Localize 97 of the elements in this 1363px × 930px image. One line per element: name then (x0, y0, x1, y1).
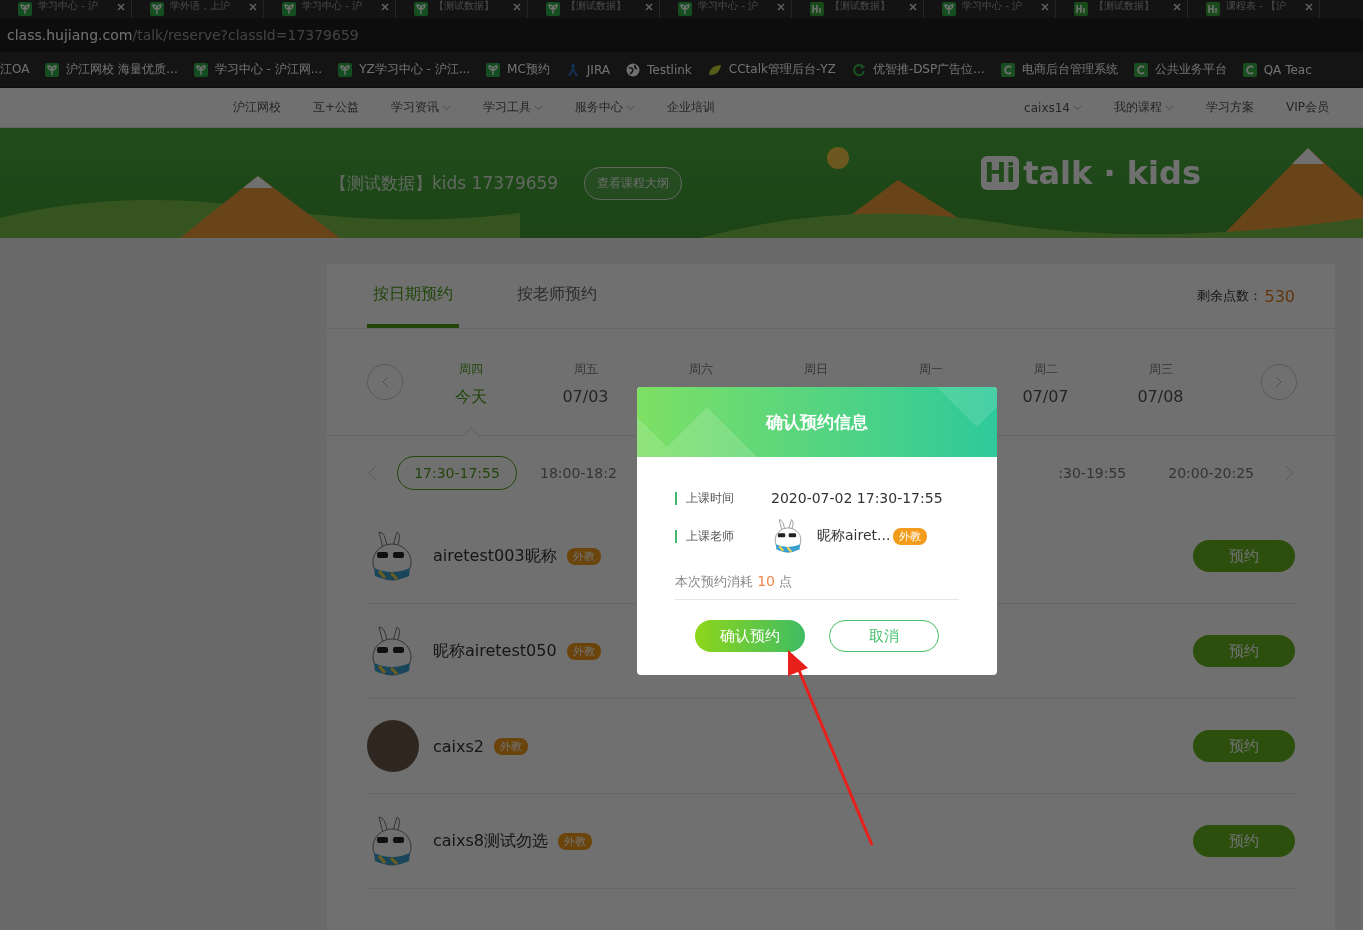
hi-logo-icon (1206, 2, 1220, 16)
booking-tab[interactable]: 按老师预约 (511, 264, 603, 328)
sprout-icon (338, 62, 353, 77)
nav-link[interactable]: VIP会员 (1286, 99, 1329, 116)
cancel-button[interactable]: 取消 (829, 620, 939, 652)
leaf-icon (707, 62, 722, 77)
nav-link[interactable]: 我的课程 (1114, 99, 1174, 116)
dialog-title: 确认预约信息 (766, 410, 868, 434)
sprout-icon (282, 2, 296, 16)
teacher-name: airetest003昵称 (433, 545, 557, 567)
bookmark-link[interactable]: Testlink (625, 62, 692, 77)
nav-link[interactable]: 学习资讯 (391, 99, 452, 116)
teacher-tag: 外教 (893, 527, 928, 545)
close-icon (645, 2, 653, 11)
refresh-icon (851, 62, 866, 77)
lesson-time: 2020-07-02 17:30-17:55 (771, 490, 943, 506)
previous-button[interactable] (367, 364, 403, 400)
points-value: 530 (1264, 286, 1295, 306)
sprout-icon (678, 2, 692, 16)
close-icon (777, 2, 785, 11)
nav-link[interactable]: 沪江网校 (233, 99, 281, 116)
globe-icon (625, 62, 640, 77)
next-button[interactable] (1261, 364, 1297, 400)
day-tab[interactable]: 周四 今天 (413, 329, 528, 435)
bookmark-link[interactable]: YZ学习中心 - 沪江... (338, 61, 471, 78)
confirm-button[interactable]: 确认预约 (695, 620, 805, 652)
c-logo-icon (1133, 62, 1148, 77)
time-slot[interactable]: 18:00-18:2 (531, 455, 626, 490)
bookmark-link[interactable]: 电商后台管理系统 (1000, 61, 1118, 78)
close-icon (249, 2, 257, 11)
url-host: class.hujiang.com (7, 27, 133, 43)
chevron-down-icon (1165, 104, 1174, 111)
field-label: 上课时间 (675, 491, 771, 505)
c-logo-icon (1242, 62, 1257, 77)
close-icon (1305, 2, 1313, 11)
sprout-icon (18, 2, 32, 16)
nav-link[interactable]: 企业培训 (667, 99, 716, 116)
hi-logo-icon (1074, 2, 1088, 16)
sprout-icon (414, 2, 428, 16)
teacher-tag: 外教 (566, 642, 601, 660)
bookmark-link[interactable]: MC预约 (486, 61, 550, 78)
sprout-icon (193, 62, 208, 77)
hi-logo-icon (810, 2, 824, 16)
points-label: 剩余点数： (1197, 287, 1263, 305)
book-button[interactable]: 预约 (1193, 635, 1295, 667)
nav-link[interactable]: 学习工具 (483, 99, 544, 116)
sprout-icon (942, 2, 956, 16)
rabbit-avatar-drawing (771, 518, 805, 554)
teacher-name: caixs8测试勿选 (433, 830, 549, 852)
sprout-icon (150, 2, 164, 16)
course-title: 【测试数据】kids 17379659 (330, 171, 559, 195)
teacher-name: 昵称airet... (817, 527, 891, 545)
chevron-left-icon (381, 376, 389, 388)
logo-text: talk · kids (1023, 154, 1201, 192)
book-button[interactable]: 预约 (1193, 730, 1295, 762)
book-button[interactable]: 预约 (1193, 825, 1295, 857)
figure-icon (565, 62, 580, 77)
nav-link[interactable]: caixs14 (1024, 99, 1082, 116)
close-icon (1041, 2, 1049, 11)
field-label: 上课老师 (675, 529, 771, 543)
close-icon (513, 2, 521, 11)
chevron-down-icon (442, 104, 452, 111)
bookmark-link[interactable]: 公共业务平台 (1133, 61, 1227, 78)
sprout-icon (486, 62, 501, 77)
close-icon (117, 2, 125, 11)
close-icon (909, 2, 917, 11)
bookmark-link[interactable]: CCtalk管理后台-YZ (707, 61, 836, 78)
logo-mark: Hi (980, 156, 1020, 190)
chevron-down-icon (626, 104, 636, 111)
time-slot[interactable]: 20:00-20:25 (1159, 455, 1263, 490)
book-button[interactable]: 预约 (1193, 540, 1295, 572)
chevron-right-icon (1275, 376, 1283, 388)
bookmark-link[interactable]: 优智推-DSP广告位... (851, 61, 985, 78)
sprout-icon (546, 2, 560, 16)
bookmark-link[interactable]: 学习中心 - 沪江网... (193, 61, 323, 78)
teacher-name: caixs2 (433, 736, 485, 756)
sprout-icon (45, 62, 60, 77)
nav-link[interactable]: 学习方案 (1206, 99, 1254, 116)
teacher-tag: 外教 (558, 832, 593, 850)
bookmark-link[interactable]: 江OA (0, 61, 30, 78)
chevron-down-icon (534, 104, 544, 111)
booking-tab[interactable]: 按日期预约 (367, 264, 459, 328)
cost-text: 本次预约消耗 10 点 (675, 573, 959, 600)
c-logo-icon (1000, 62, 1015, 77)
close-icon (381, 2, 389, 11)
bookmark-link[interactable]: QA Teac (1242, 62, 1312, 77)
bookmark-link[interactable]: 沪江网校 海量优质... (45, 61, 178, 78)
teacher-name: 昵称airetest050 (433, 640, 557, 662)
nav-link[interactable]: 互+公益 (313, 99, 360, 116)
teacher-tag: 外教 (494, 737, 529, 755)
time-slot[interactable]: :30-19:55 (1049, 455, 1136, 490)
close-icon (1173, 2, 1181, 11)
teacher-tag: 外教 (566, 547, 601, 565)
nav-link[interactable]: 服务中心 (575, 99, 636, 116)
bookmark-link[interactable]: JIRA (565, 62, 610, 77)
chevron-down-icon (1073, 104, 1082, 111)
avatar-photo-placeholder (367, 720, 419, 772)
